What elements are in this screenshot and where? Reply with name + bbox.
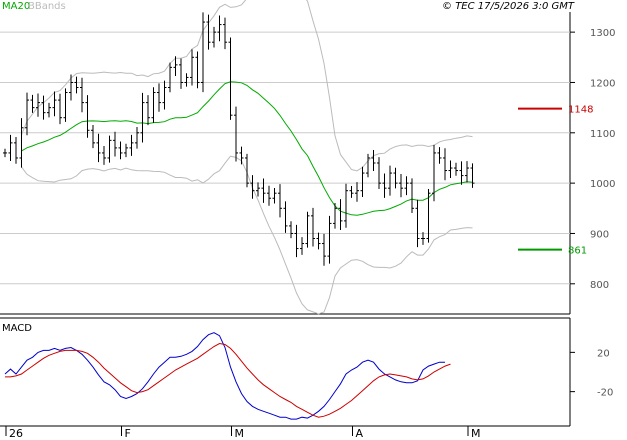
x-tick-label-0: 26: [9, 427, 23, 440]
level-label-1: 861: [568, 246, 587, 257]
level-label-0: 1148: [568, 105, 593, 116]
macd-tick-label--20: -20: [597, 388, 613, 399]
x-tick-label-3: A: [356, 427, 364, 440]
macd-label: MACD: [2, 323, 32, 334]
legend-bbands: BBands: [28, 1, 66, 12]
price-tick-label-1000: 1000: [590, 179, 615, 190]
price-tick-label-1300: 1300: [590, 28, 615, 39]
stock-chart: 8009001000110012001300 1148861 MA20 BBan…: [0, 0, 627, 440]
copyright-text: © TEC 17/5/2026 3:0 GMT: [442, 1, 575, 12]
x-tick-label-4: M: [471, 427, 481, 440]
price-tick-label-900: 900: [590, 229, 609, 240]
x-tick-label-2: M: [235, 427, 245, 440]
x-tick-label-1: F: [125, 427, 131, 440]
legend-ma20: MA20: [2, 1, 30, 12]
price-tick-label-800: 800: [590, 280, 609, 291]
price-tick-label-1100: 1100: [590, 129, 615, 140]
price-tick-label-1200: 1200: [590, 78, 615, 89]
macd-tick-label-20: 20: [597, 348, 610, 359]
